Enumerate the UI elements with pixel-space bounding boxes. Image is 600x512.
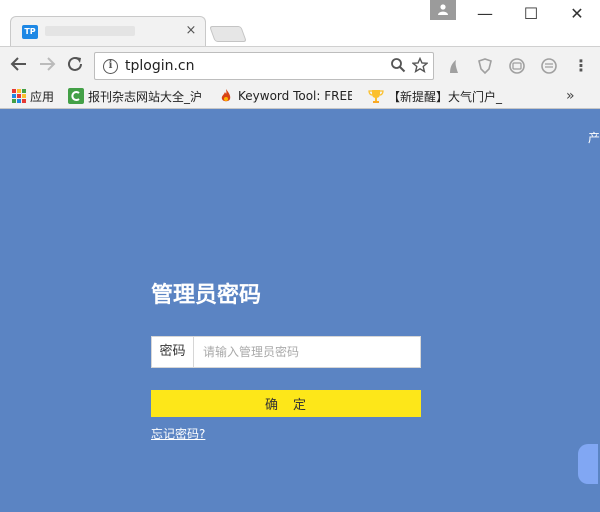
window-close-button[interactable]: ✕ — [554, 0, 600, 30]
extension-round-icon[interactable] — [540, 57, 558, 75]
browser-tab[interactable]: TP × — [10, 16, 206, 46]
page-title: 管理员密码 — [151, 283, 262, 308]
title-bar: TP × — ☐ ✕ — [0, 0, 600, 46]
bookmark-portal[interactable]: 【新提醒】大气门户_ — [368, 87, 504, 105]
tab-close-icon[interactable]: × — [183, 23, 199, 39]
zoom-icon[interactable] — [389, 57, 407, 75]
bookmark-newspaper-directory[interactable]: 报刊杂志网站大全_沪 — [68, 87, 204, 105]
confirm-button[interactable]: 确 定 — [151, 390, 421, 417]
flame-icon — [218, 88, 234, 104]
new-tab-button[interactable] — [209, 26, 247, 42]
bookmarks-bar: 应用 报刊杂志网站大全_沪 Keyword Tool: FREE 【新提醒】大气… — [0, 84, 600, 109]
back-arrow-icon[interactable] — [8, 55, 30, 77]
trophy-icon — [368, 88, 384, 104]
login-page: 产 管理员密码 密码 确 定 忘记密码? — [0, 109, 600, 512]
password-label: 密码 — [152, 337, 194, 367]
person-icon — [438, 4, 448, 15]
side-widget-handle[interactable] — [578, 444, 598, 484]
bookmark-label: 【新提醒】大气门户_ — [388, 89, 503, 104]
forgot-password-link[interactable]: 忘记密码? — [151, 425, 205, 442]
bookmark-label: 应用 — [30, 89, 55, 104]
address-bar[interactable]: i tplogin.cn — [94, 52, 434, 80]
bookmark-label: 报刊杂志网站大全_沪 — [88, 89, 203, 104]
extension-circle-icon[interactable] — [508, 57, 526, 75]
bookmark-keyword-tool[interactable]: Keyword Tool: FREE — [218, 87, 352, 105]
tab-title — [45, 26, 135, 36]
extension-kangaroo-icon[interactable] — [444, 57, 462, 75]
menu-dots-icon[interactable]: ⋮ — [573, 55, 589, 77]
maximize-button[interactable]: ☐ — [508, 0, 554, 30]
info-icon[interactable]: i — [103, 59, 118, 74]
apps-grid-icon — [12, 89, 26, 103]
extension-shield-icon[interactable] — [476, 57, 494, 75]
password-field: 密码 — [151, 336, 421, 368]
star-icon[interactable] — [411, 56, 429, 75]
profile-button[interactable] — [430, 0, 456, 20]
bookmarks-overflow-icon[interactable]: » — [566, 87, 575, 105]
minimize-button[interactable]: — — [462, 0, 508, 30]
password-input[interactable] — [195, 337, 420, 367]
browser-toolbar: i tplogin.cn ⋮ — [0, 46, 600, 84]
c-logo-icon — [68, 88, 84, 104]
tp-favicon-icon: TP — [22, 25, 38, 39]
corner-text[interactable]: 产 — [588, 129, 600, 146]
bookmark-label: Keyword Tool: FREE — [238, 89, 352, 103]
bookmark-apps[interactable]: 应用 — [12, 87, 54, 105]
forward-arrow-icon[interactable] — [36, 55, 58, 77]
reload-icon[interactable] — [64, 55, 86, 77]
url-text[interactable]: tplogin.cn — [125, 58, 195, 74]
